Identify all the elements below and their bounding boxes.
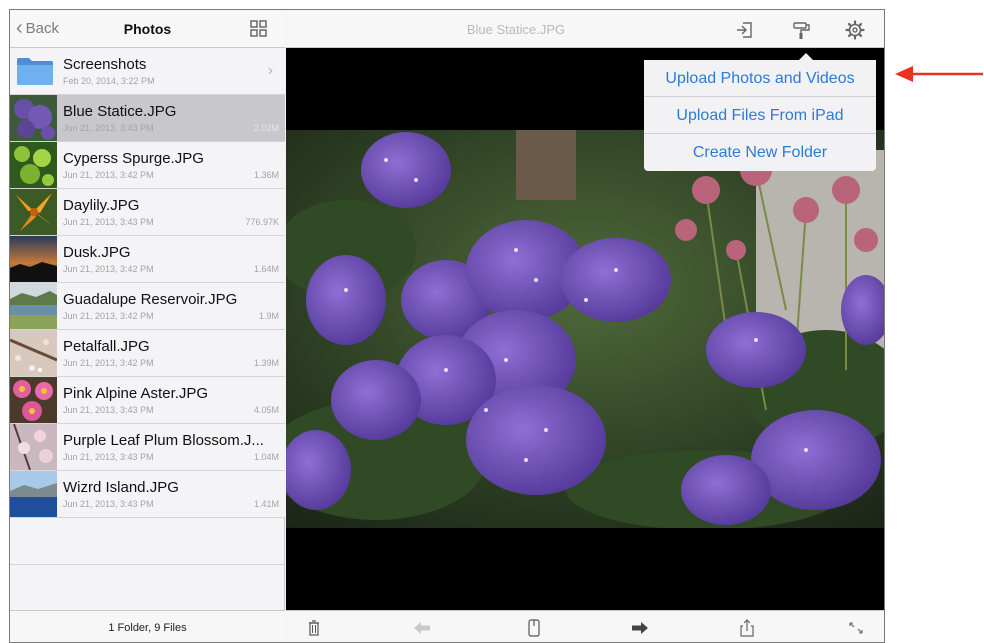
item-name: Purple Leaf Plum Blossom.J... (63, 432, 264, 449)
list-item-file[interactable]: Guadalupe Reservoir.JPG Jun 21, 2013, 3:… (10, 283, 285, 330)
menu-item-upload-files-ipad[interactable]: Upload Files From iPad (644, 97, 876, 134)
expand-icon[interactable] (846, 619, 866, 637)
item-date: Jun 21, 2013, 3:43 PM (63, 452, 154, 462)
photo-blue-statice[interactable] (286, 130, 884, 528)
item-date: Jun 21, 2013, 3:42 PM (63, 311, 154, 321)
sidebar-footer-status: 1 Folder, 9 Files (10, 610, 285, 642)
grid-view-icon[interactable] (249, 19, 269, 39)
item-size: 776.97K (245, 217, 279, 227)
item-size: 4.05M (253, 405, 279, 415)
sidebar: ‹ Back Photos Screenshots Feb 20, 2014, … (10, 10, 285, 642)
item-date: Jun 21, 2013, 3:43 PM (63, 217, 154, 227)
item-name: Screenshots (63, 56, 147, 73)
list-item-file[interactable]: Wizrd Island.JPG Jun 21, 2013, 3:43 PM 1… (10, 471, 285, 518)
item-size: 2.02M (253, 123, 279, 133)
item-size: 1.36M (253, 170, 279, 180)
app-window: ‹ Back Photos Screenshots Feb 20, 2014, … (9, 9, 885, 643)
item-date: Jun 21, 2013, 3:43 PM (63, 499, 154, 509)
thumbnail-pink-alpine-aster (10, 377, 57, 423)
item-size: 1.04M (253, 452, 279, 462)
thumbnail-dusk (10, 236, 57, 282)
item-date: Jun 21, 2013, 3:42 PM (63, 358, 154, 368)
thumbnail-cyperss-spurge (10, 142, 57, 188)
file-list: Screenshots Feb 20, 2014, 3:22 PM › Blue… (10, 48, 285, 565)
item-date: Jun 21, 2013, 3:43 PM (63, 123, 154, 133)
item-size: 1.9M (258, 311, 279, 321)
list-item-file[interactable]: Blue Statice.JPG Jun 21, 2013, 3:43 PM 2… (10, 95, 285, 142)
list-item-file[interactable]: Dusk.JPG Jun 21, 2013, 3:42 PM 1.64M (10, 236, 285, 283)
upload-popover-menu: Upload Photos and Videos Upload Files Fr… (644, 53, 876, 171)
thumbnail-wizrd-island (10, 471, 57, 517)
exit-icon[interactable] (734, 19, 756, 41)
popover-caret (798, 53, 814, 61)
paint-roller-icon[interactable] (790, 19, 812, 41)
share-icon[interactable] (737, 619, 757, 637)
item-name: Cyperss Spurge.JPG (63, 150, 204, 167)
gear-icon[interactable] (844, 19, 866, 41)
item-name: Wizrd Island.JPG (63, 479, 179, 496)
item-date: Jun 21, 2013, 3:43 PM (63, 405, 154, 415)
list-item-file[interactable]: Pink Alpine Aster.JPG Jun 21, 2013, 3:43… (10, 377, 285, 424)
thumbnail-blue-statice (10, 95, 57, 141)
item-name: Guadalupe Reservoir.JPG (63, 291, 238, 308)
list-item-file[interactable]: Cyperss Spurge.JPG Jun 21, 2013, 3:42 PM… (10, 142, 285, 189)
thumbnail-daylily (10, 189, 57, 235)
menu-item-create-folder[interactable]: Create New Folder (644, 134, 876, 171)
mouse-icon[interactable] (524, 619, 544, 637)
viewer-title: Blue Statice.JPG (466, 22, 566, 37)
chevron-right-icon: › (267, 62, 273, 79)
folder-icon (17, 58, 53, 85)
item-size: 1.41M (253, 499, 279, 509)
item-name: Daylily.JPG (63, 197, 140, 214)
thumbnail-guadalupe-reservoir (10, 283, 57, 329)
trash-icon[interactable] (304, 619, 324, 637)
empty-row (10, 518, 285, 565)
list-item-folder[interactable]: Screenshots Feb 20, 2014, 3:22 PM › (10, 48, 285, 95)
back-button[interactable]: ‹ Back (16, 17, 60, 39)
item-name: Petalfall.JPG (63, 338, 150, 355)
item-size: 1.39M (253, 358, 279, 368)
list-item-file[interactable]: Petalfall.JPG Jun 21, 2013, 3:42 PM 1.39… (10, 330, 285, 377)
item-name: Blue Statice.JPG (63, 103, 177, 120)
viewer-toolbar (286, 610, 884, 642)
annotation-arrow-icon (895, 66, 983, 82)
list-item-file[interactable]: Daylily.JPG Jun 21, 2013, 3:43 PM 776.97… (10, 189, 285, 236)
item-name: Pink Alpine Aster.JPG (63, 385, 209, 402)
viewer-header: Blue Statice.JPG (286, 10, 884, 48)
item-date: Jun 21, 2013, 3:42 PM (63, 264, 154, 274)
item-name: Dusk.JPG (63, 244, 131, 261)
item-date: Feb 20, 2014, 3:22 PM (63, 76, 155, 86)
arrow-left-icon[interactable] (412, 619, 432, 637)
arrow-right-icon[interactable] (630, 619, 650, 637)
thumbnail-petalfall (10, 330, 57, 376)
back-label: Back (25, 20, 60, 37)
thumbnail-purple-leaf-plum (10, 424, 57, 470)
chevron-left-icon: ‹ (16, 17, 23, 39)
sidebar-header: ‹ Back Photos (10, 10, 285, 48)
menu-item-upload-photos-videos[interactable]: Upload Photos and Videos (644, 60, 876, 97)
item-date: Jun 21, 2013, 3:42 PM (63, 170, 154, 180)
item-size: 1.64M (253, 264, 279, 274)
list-item-file[interactable]: Purple Leaf Plum Blossom.J... Jun 21, 20… (10, 424, 285, 471)
